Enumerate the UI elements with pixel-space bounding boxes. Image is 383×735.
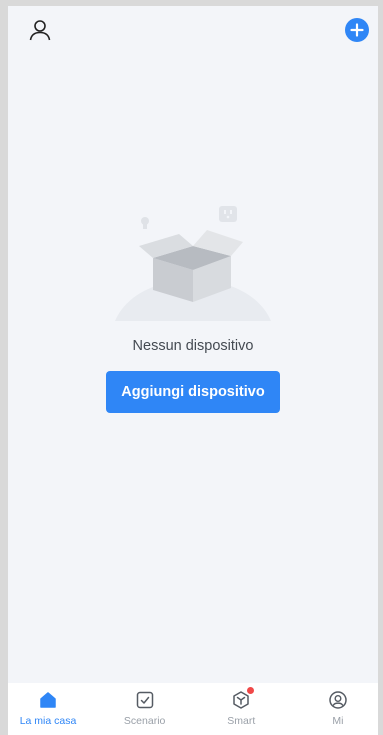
empty-box-illustration (103, 196, 283, 326)
nav-label-mi: Mi (332, 715, 344, 727)
nav-label-smart: Smart (227, 715, 256, 727)
home-icon (37, 689, 59, 711)
user-icon[interactable] (26, 16, 54, 44)
empty-state: Nessun dispositivo Aggiungi dispositivo (8, 196, 378, 413)
profile-circle-icon (327, 689, 349, 711)
nav-item-mi[interactable]: Mi (298, 683, 378, 735)
top-bar (8, 6, 378, 56)
add-device-button[interactable]: Aggiungi dispositivo (106, 371, 280, 413)
app-screen: Nessun dispositivo Aggiungi dispositivo … (8, 6, 378, 735)
nav-item-home[interactable]: La mia casa (8, 683, 88, 735)
notification-badge (247, 687, 255, 694)
nav-label-scenario: Scenario (123, 715, 166, 727)
empty-message: Nessun dispositivo (132, 338, 254, 354)
bottom-navigation: La mia casa Scenario Smart Mi (8, 683, 378, 735)
plus-icon (350, 23, 364, 37)
nav-label-home: La mia casa (19, 715, 77, 727)
cube-icon (230, 687, 255, 711)
user-icon-glyph (29, 20, 51, 41)
checkbox-icon (134, 689, 156, 711)
add-device-icon[interactable] (345, 18, 369, 42)
nav-item-smart[interactable]: Smart (201, 683, 281, 735)
nav-item-scenario[interactable]: Scenario (105, 683, 185, 735)
